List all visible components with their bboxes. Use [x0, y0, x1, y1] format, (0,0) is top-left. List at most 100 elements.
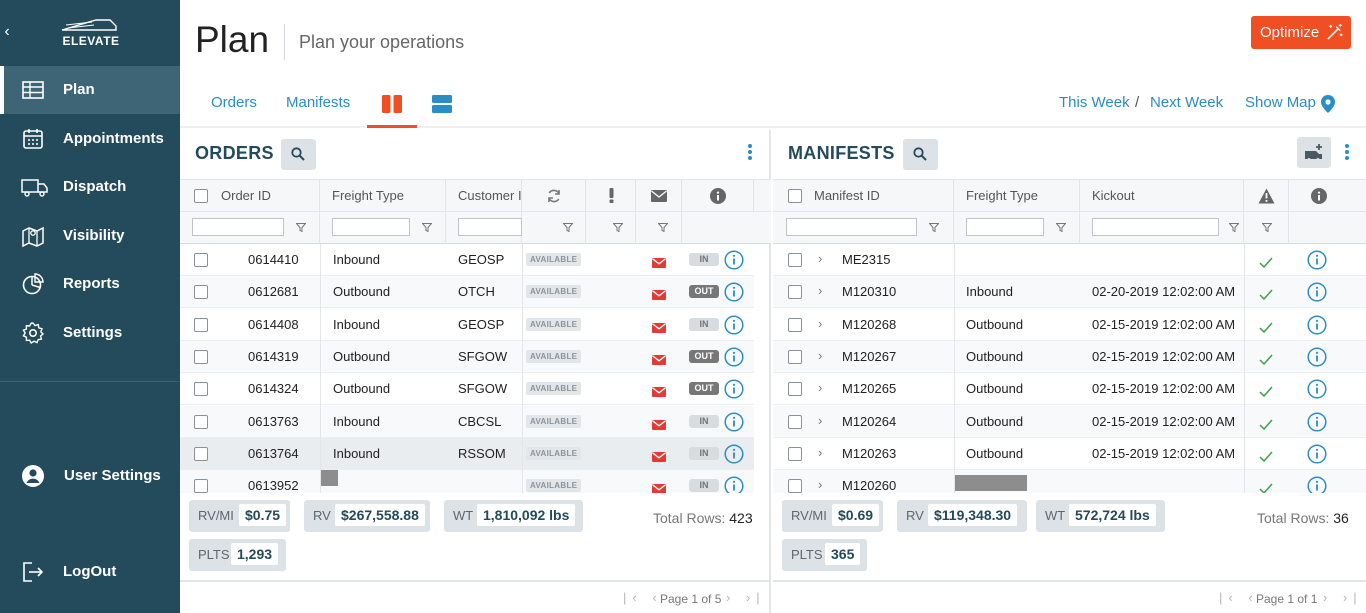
filter-icon[interactable]: [613, 223, 623, 232]
table-row[interactable]: › M120267 Outbound 02-15-2019 12:02:00 AM: [773, 340, 1366, 373]
row-checkbox[interactable]: [788, 253, 802, 267]
expand-chevron-icon[interactable]: ›: [818, 470, 822, 493]
filter-icon[interactable]: [929, 223, 939, 232]
tab-split-columns[interactable]: [367, 82, 417, 128]
info-icon[interactable]: [1307, 250, 1327, 270]
table-row[interactable]: › ME2315: [773, 244, 1366, 276]
info-icon[interactable]: [724, 444, 744, 464]
email-icon[interactable]: [652, 320, 666, 333]
table-row[interactable]: 0614319 Outbound SFGOW AVAILABLE OUT: [180, 340, 754, 373]
show-map-link[interactable]: Show Map: [1245, 94, 1316, 111]
info-icon[interactable]: [1307, 282, 1327, 302]
info-icon[interactable]: [724, 250, 744, 270]
sidebar-item-visibility[interactable]: Visibility: [0, 212, 180, 260]
table-row[interactable]: › M120260: [773, 470, 1366, 493]
order-id-column-header[interactable]: Order ID: [180, 180, 320, 212]
table-row[interactable]: › M120263 Outbound 02-15-2019 12:02:00 AM: [773, 438, 1366, 470]
customer-id-column-header[interactable]: Customer ID: [446, 180, 522, 212]
sidebar-item-appointments[interactable]: Appointments: [0, 115, 180, 163]
expand-chevron-icon[interactable]: ›: [818, 309, 822, 339]
kickout-column-header[interactable]: Kickout: [1080, 180, 1244, 212]
sidebar-item-plan[interactable]: Plan: [0, 66, 180, 114]
refresh-column-header[interactable]: [522, 180, 586, 212]
info-column-header[interactable]: [1289, 180, 1366, 212]
table-row[interactable]: 0613952 AVAILABLE IN: [180, 470, 754, 493]
manifests-search-button[interactable]: [903, 139, 938, 170]
tab-manifests[interactable]: Manifests: [286, 94, 350, 111]
table-row[interactable]: 0613764 Inbound RSSOM AVAILABLE IN: [180, 437, 754, 470]
freight-type-filter-input[interactable]: [332, 218, 410, 236]
info-icon[interactable]: [1307, 315, 1327, 335]
expand-chevron-icon[interactable]: ›: [818, 276, 822, 306]
manifest-id-column-header[interactable]: Manifest ID: [773, 180, 954, 212]
row-checkbox[interactable]: [788, 414, 802, 429]
row-checkbox[interactable]: [194, 285, 208, 300]
info-icon[interactable]: [724, 379, 744, 399]
table-row[interactable]: 0613763 Inbound CBCSL AVAILABLE IN: [180, 405, 754, 438]
table-row[interactable]: › M120265 Outbound 02-15-2019 12:02:00 AM: [773, 373, 1366, 406]
table-row[interactable]: 0614410 Inbound GEOSP AVAILABLE IN: [180, 244, 754, 276]
tab-orders[interactable]: Orders: [211, 94, 257, 111]
info-icon[interactable]: [1307, 411, 1327, 432]
email-icon[interactable]: [652, 449, 666, 462]
email-icon[interactable]: [652, 352, 666, 365]
filter-icon[interactable]: [1262, 223, 1272, 232]
select-all-checkbox[interactable]: [788, 189, 802, 203]
row-checkbox[interactable]: [194, 446, 208, 461]
sidebar-item-dispatch[interactable]: Dispatch: [0, 163, 180, 211]
this-week-link[interactable]: This Week: [1059, 94, 1130, 111]
map-pin-icon[interactable]: [1321, 95, 1335, 113]
sidebar-item-settings[interactable]: Settings: [0, 309, 180, 357]
row-checkbox[interactable]: [194, 253, 208, 267]
row-checkbox[interactable]: [788, 479, 802, 493]
table-row[interactable]: › M120264 Outbound 02-15-2019 12:02:00 AM: [773, 405, 1366, 438]
row-checkbox[interactable]: [788, 285, 802, 300]
filter-icon[interactable]: [563, 223, 573, 232]
sidebar-item-logout[interactable]: LogOut: [0, 548, 180, 596]
email-icon[interactable]: [652, 287, 666, 301]
manifest-id-filter-input[interactable]: [786, 218, 917, 236]
collapse-sidebar-icon[interactable]: ‹: [0, 22, 14, 42]
table-row[interactable]: 0614324 Outbound SFGOW AVAILABLE OUT: [180, 373, 754, 406]
row-checkbox[interactable]: [194, 479, 208, 493]
table-row[interactable]: 0612681 Outbound OTCH AVAILABLE OUT: [180, 276, 754, 309]
sidebar-item-user-settings[interactable]: User Settings: [0, 452, 180, 500]
info-icon[interactable]: [724, 476, 744, 493]
filter-icon[interactable]: [1056, 223, 1066, 232]
tab-split-rows[interactable]: [417, 82, 467, 128]
info-icon[interactable]: [724, 315, 744, 335]
table-row[interactable]: › M120310 Inbound 02-20-2019 12:02:00 AM: [773, 276, 1366, 309]
row-checkbox[interactable]: [194, 317, 208, 332]
row-checkbox[interactable]: [788, 349, 802, 364]
info-icon[interactable]: [1307, 476, 1327, 493]
expand-chevron-icon[interactable]: ›: [818, 341, 822, 371]
expand-chevron-icon[interactable]: ›: [818, 373, 822, 403]
next-week-link[interactable]: Next Week: [1150, 94, 1223, 111]
info-icon[interactable]: [724, 411, 744, 432]
row-checkbox[interactable]: [788, 382, 802, 397]
email-icon[interactable]: [652, 255, 666, 268]
email-column-header[interactable]: [636, 180, 682, 212]
sidebar-item-reports[interactable]: Reports: [0, 260, 180, 308]
info-icon[interactable]: [1307, 444, 1327, 464]
orders-search-button[interactable]: [281, 139, 316, 170]
row-checkbox[interactable]: [194, 414, 208, 429]
alert-column-header[interactable]: [586, 180, 636, 212]
row-checkbox[interactable]: [194, 382, 208, 397]
manifests-more-icon[interactable]: [1344, 144, 1350, 162]
row-checkbox[interactable]: [788, 446, 802, 461]
row-checkbox[interactable]: [788, 317, 802, 332]
filter-icon[interactable]: [296, 223, 306, 232]
info-icon[interactable]: [1307, 347, 1327, 367]
row-checkbox[interactable]: [194, 349, 208, 364]
kickout-filter-input[interactable]: [1092, 218, 1219, 236]
email-icon[interactable]: [652, 481, 666, 493]
freight-type-filter-input[interactable]: [966, 218, 1044, 236]
filter-icon[interactable]: [1229, 223, 1239, 232]
expand-chevron-icon[interactable]: ›: [818, 438, 822, 468]
orders-more-icon[interactable]: [747, 144, 753, 162]
filter-icon[interactable]: [658, 223, 668, 232]
new-manifest-button[interactable]: [1297, 137, 1331, 168]
warning-column-header[interactable]: [1244, 180, 1289, 212]
pager-next-icons[interactable]: › ›|: [1323, 590, 1363, 605]
